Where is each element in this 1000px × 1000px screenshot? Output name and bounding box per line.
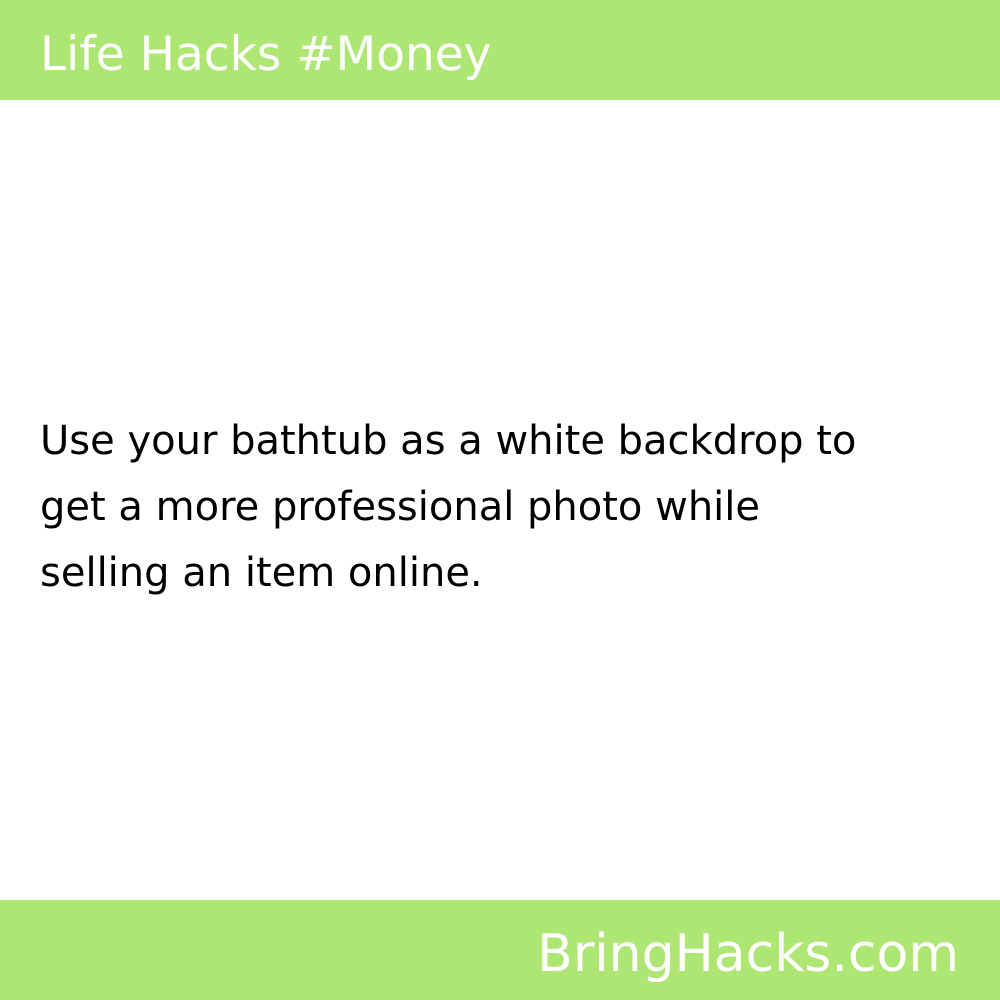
tip-line-3: selling an item online. bbox=[40, 550, 483, 596]
tip-text: Use your bathtub as a white backdrop to g… bbox=[40, 408, 970, 606]
tip-line-1: Use your bathtub as a white backdrop to bbox=[40, 418, 857, 464]
tip-line-2: get a more professional photo while bbox=[40, 484, 761, 530]
footer-band: BringHacks.com bbox=[0, 900, 1000, 1000]
site-brand: BringHacks.com bbox=[537, 924, 959, 984]
header-band: Life Hacks #Money bbox=[0, 0, 1000, 100]
life-hack-card: Life Hacks #Money Use your bathtub as a … bbox=[0, 0, 1000, 1000]
header-title: Life Hacks #Money bbox=[40, 27, 492, 82]
